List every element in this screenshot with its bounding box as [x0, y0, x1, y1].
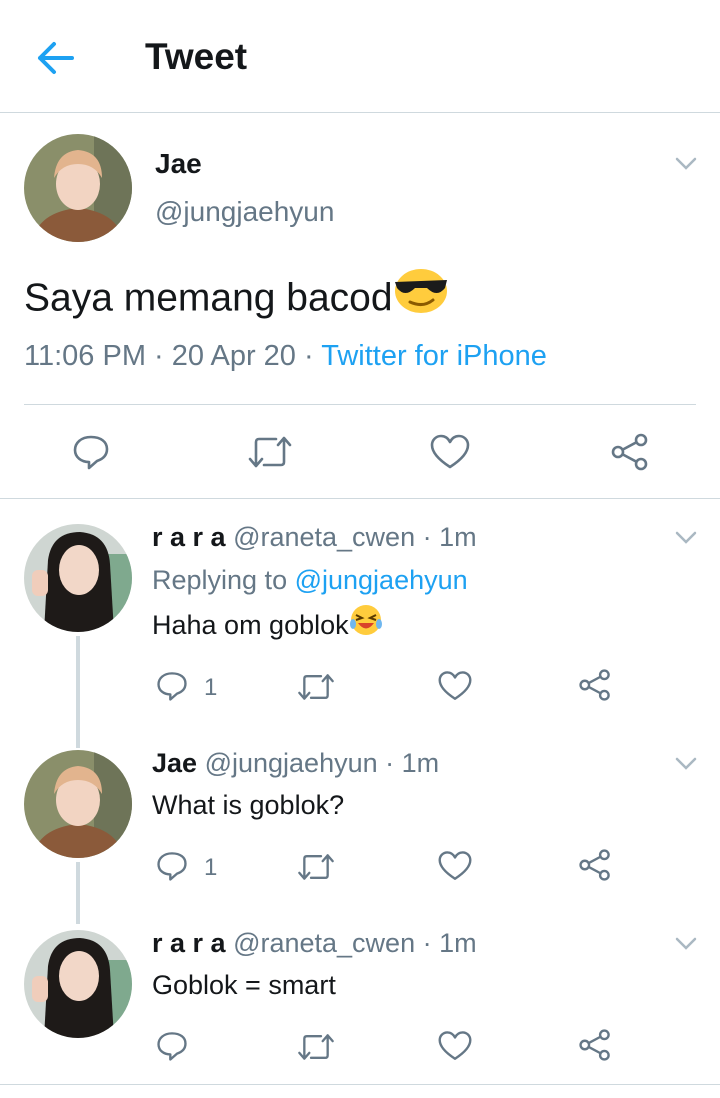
- sunglasses-emoji-icon: [393, 268, 449, 324]
- author-name[interactable]: Jae: [155, 148, 202, 180]
- replying-to: Replying to @jungjaehyun: [152, 565, 468, 596]
- laughing-crying-emoji-icon: [349, 604, 383, 643]
- reply-author-name[interactable]: r a r a: [152, 928, 226, 958]
- reply-header: r a r a @raneta_cwen · 1m: [152, 522, 477, 553]
- reply-icon[interactable]: [156, 670, 188, 702]
- like-icon[interactable]: [438, 850, 472, 882]
- like-icon[interactable]: [430, 434, 470, 470]
- reply-author-name[interactable]: r a r a: [152, 522, 226, 552]
- meta-separator: ·: [154, 340, 164, 372]
- chevron-down-icon[interactable]: [674, 156, 698, 172]
- reply-icon[interactable]: [156, 850, 188, 882]
- reply-age: · 1m: [422, 928, 477, 958]
- tweet-source-link[interactable]: Twitter for iPhone: [321, 340, 547, 372]
- chevron-down-icon[interactable]: [674, 756, 698, 772]
- page-title: Tweet: [145, 36, 248, 77]
- tweet-text: Saya memang bacod: [24, 269, 449, 324]
- tweet-text-content: Saya memang bacod: [24, 276, 393, 320]
- replying-to-link[interactable]: @jungjaehyun: [295, 565, 468, 595]
- reply-author-handle[interactable]: @raneta_cwen: [233, 522, 415, 552]
- divider: [0, 498, 720, 499]
- reply-text: What is goblok?: [152, 790, 345, 820]
- share-icon[interactable]: [578, 668, 612, 702]
- author-handle[interactable]: @jungjaehyun: [155, 196, 334, 228]
- back-arrow-icon[interactable]: [34, 38, 78, 78]
- share-icon[interactable]: [578, 848, 612, 882]
- reply-icon[interactable]: [156, 1030, 188, 1062]
- like-icon[interactable]: [438, 1030, 472, 1062]
- tweet-meta: 11:06 PM · 20 Apr 20 · Twitter for iPhon…: [24, 340, 547, 373]
- thread-connector: [76, 862, 80, 924]
- avatar[interactable]: [24, 930, 132, 1038]
- like-icon[interactable]: [438, 670, 472, 702]
- reply-count: 1: [204, 854, 218, 881]
- reply-age: · 1m: [422, 522, 477, 552]
- reply-age: · 1m: [385, 748, 440, 778]
- share-icon[interactable]: [610, 432, 650, 472]
- chevron-down-icon[interactable]: [674, 530, 698, 546]
- reply-author-name[interactable]: Jae: [152, 748, 197, 778]
- share-icon[interactable]: [578, 1028, 612, 1062]
- thread-connector: [76, 636, 80, 748]
- avatar[interactable]: [24, 134, 132, 242]
- reply-author-handle[interactable]: @jungjaehyun: [205, 748, 378, 778]
- reply-text-content: Haha om goblok: [152, 610, 349, 640]
- chevron-down-icon[interactable]: [674, 936, 698, 952]
- tweet-time: 11:06 PM: [24, 340, 146, 372]
- reply-text: Haha om goblok: [152, 605, 383, 643]
- retweet-icon[interactable]: [246, 434, 294, 470]
- reply-header: Jae @jungjaehyun · 1m: [152, 748, 439, 779]
- reply-header: r a r a @raneta_cwen · 1m: [152, 928, 477, 959]
- reply-count: 1: [204, 674, 218, 701]
- meta-separator: ·: [304, 340, 314, 372]
- top-bar: Tweet: [0, 0, 720, 113]
- reply-author-handle[interactable]: @raneta_cwen: [233, 928, 415, 958]
- reply-icon[interactable]: [72, 434, 110, 470]
- tweet-date: 20 Apr 20: [171, 340, 296, 372]
- retweet-icon[interactable]: [296, 672, 336, 702]
- divider: [24, 404, 696, 405]
- retweet-icon[interactable]: [296, 852, 336, 882]
- retweet-icon[interactable]: [296, 1032, 336, 1062]
- avatar[interactable]: [24, 524, 132, 632]
- avatar[interactable]: [24, 750, 132, 858]
- divider: [0, 1084, 720, 1085]
- reply-text: Goblok = smart: [152, 970, 336, 1000]
- replying-to-label: Replying to: [152, 565, 295, 595]
